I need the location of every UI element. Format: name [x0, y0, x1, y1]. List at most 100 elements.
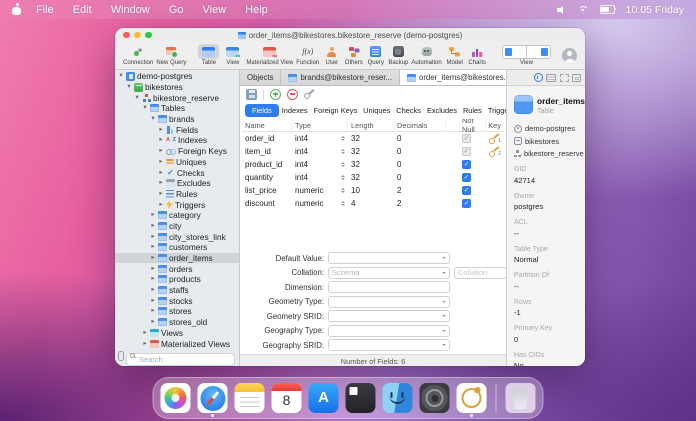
chevron-right-icon[interactable]: ▸ [150, 274, 156, 284]
wifi-icon[interactable] [578, 6, 589, 14]
not-null-checkbox[interactable]: ✓ [462, 199, 471, 208]
chevron-right-icon[interactable]: ▸ [150, 210, 156, 220]
tab-order-items-bikestores[interactable]: order_items@bikestores... [400, 70, 519, 85]
field-type-cell[interactable]: numeric [292, 186, 348, 195]
search-input[interactable] [126, 353, 235, 366]
field-type-cell[interactable]: int4 [292, 160, 348, 169]
subtab-rules[interactable]: Rules [460, 104, 485, 117]
subtab-checks[interactable]: Checks [393, 104, 424, 117]
column-header-decimals[interactable]: Decimals [394, 119, 446, 131]
tree-item-stores[interactable]: ▸ stores [115, 306, 239, 317]
menu-edit[interactable]: Edit [73, 4, 92, 16]
dock-calendar-icon[interactable]: 8 [271, 383, 302, 413]
chevron-right-icon[interactable]: ▸ [150, 242, 156, 252]
toggle-left-pane-button[interactable] [502, 45, 527, 59]
field-name-cell[interactable]: discount [242, 199, 292, 208]
field-decimals-cell[interactable]: 0 [394, 147, 446, 156]
delete-field-icon[interactable] [287, 88, 298, 100]
field-decimals-cell[interactable]: 2 [394, 186, 446, 195]
toolbar-automation-button[interactable]: Automation [411, 44, 442, 66]
chevron-right-icon[interactable]: ▸ [150, 253, 156, 263]
toolbar-materialized-view-button[interactable]: Materialized View [246, 44, 293, 66]
search-box[interactable] [126, 349, 235, 366]
toolbar-function-button[interactable]: Function [296, 44, 319, 66]
stepper-icon[interactable] [341, 200, 345, 207]
not-null-checkbox[interactable]: ✓ [462, 173, 471, 182]
tree-item-bikestores[interactable]: ▾ bikestores [115, 82, 239, 93]
volume-icon[interactable] [556, 5, 567, 14]
chevron-down-icon[interactable]: ▾ [126, 82, 132, 92]
save-icon[interactable] [246, 88, 257, 100]
battery-icon[interactable] [599, 5, 617, 14]
subtab-foreign-keys[interactable]: Foreign Keys [311, 104, 361, 117]
collation-input[interactable] [454, 266, 507, 279]
not-null-checkbox[interactable]: ✓ [462, 160, 471, 169]
menu-view[interactable]: View [203, 4, 227, 16]
field-name-cell[interactable]: order_id [242, 134, 292, 143]
user-avatar[interactable] [562, 48, 577, 63]
field-name-cell[interactable]: list_price [242, 186, 292, 195]
field-length-cell[interactable]: 4 [348, 199, 394, 208]
subtab-uniques[interactable]: Uniques [360, 104, 393, 117]
toggle-right-pane-button[interactable] [527, 45, 551, 59]
subtab-fields[interactable]: Fields [245, 104, 279, 117]
tree-item-customers[interactable]: ▸ customers [115, 242, 239, 253]
window-titlebar[interactable]: order_items@bikestores.bikestore_reserve… [115, 28, 585, 42]
field-type-cell[interactable]: int4 [292, 173, 348, 182]
chevron-right-icon[interactable]: ▸ [158, 135, 164, 145]
chevron-down-icon[interactable]: ▾ [134, 93, 140, 103]
toolbar-backup-button[interactable]: Backup [388, 44, 408, 66]
tree-item-views[interactable]: ▸ Views [115, 328, 239, 339]
info-icon[interactable] [533, 73, 543, 82]
tree-item-order-items[interactable]: ▸ order_items [115, 252, 239, 264]
select-view-icon[interactable] [559, 74, 569, 82]
chevron-right-icon[interactable]: ▸ [142, 328, 148, 338]
chevron-right-icon[interactable]: ▸ [150, 221, 156, 231]
chevron-down-icon[interactable]: ▾ [142, 103, 148, 113]
chevron-right-icon[interactable]: ▸ [150, 232, 156, 242]
field-type-cell[interactable]: numeric [292, 199, 348, 208]
field-name-cell[interactable]: product_id [242, 160, 292, 169]
field-decimals-cell[interactable]: 0 [394, 160, 446, 169]
menubar-clock[interactable]: 10:05 Friday [626, 4, 684, 16]
menu-file[interactable]: File [36, 4, 54, 16]
tree-item-stocks[interactable]: ▸ stocks [115, 295, 239, 306]
not-null-checkbox[interactable]: ✓ [462, 186, 471, 195]
chevron-right-icon[interactable]: ▸ [158, 200, 164, 210]
stepper-icon[interactable] [341, 148, 345, 155]
tree-item-checks[interactable]: ▸ Checks [115, 167, 239, 178]
stepper-icon[interactable] [341, 135, 345, 142]
toolbar-connection-button[interactable]: Connection [123, 44, 153, 66]
chevron-right-icon[interactable]: ▸ [158, 125, 164, 135]
tree-item-excludes[interactable]: ▸ Excludes [115, 178, 239, 189]
subtab-excludes[interactable]: Excludes [424, 104, 460, 117]
not-null-checkbox[interactable]: ✓ [462, 134, 471, 143]
toolbar-new-query-button[interactable]: New Query [156, 44, 186, 66]
field-length-cell[interactable]: 32 [348, 160, 394, 169]
field-decimals-cell[interactable]: 2 [394, 199, 446, 208]
tree-item-city-stores-link[interactable]: ▸ city_stores_link [115, 231, 239, 242]
tree-item-brands[interactable]: ▾ brands [115, 114, 239, 125]
column-header-length[interactable]: Length [348, 119, 394, 131]
apple-menu-icon[interactable] [12, 4, 21, 15]
form-select-geography-srid[interactable] [328, 339, 450, 352]
dock-trash-icon[interactable] [505, 383, 536, 413]
form-select-default-value[interactable] [328, 252, 450, 265]
field-name-cell[interactable]: item_id [242, 147, 292, 156]
tree-item-fields[interactable]: ▸ Fields [115, 124, 239, 135]
tree-item-bikestore-reserve[interactable]: ▾ bikestore_reserve [115, 92, 239, 103]
chevron-right-icon[interactable]: ▸ [150, 306, 156, 316]
chevron-right-icon[interactable]: ▸ [158, 178, 164, 188]
field-row-quantity[interactable]: quantity int4 32 0 ✓ [242, 171, 504, 184]
chevron-right-icon[interactable]: ▸ [150, 285, 156, 295]
dock-photos-icon[interactable] [160, 383, 191, 413]
tree-item-products[interactable]: ▸ products [115, 274, 239, 285]
tab-brands-bikestore-reser[interactable]: brands@bikestore_reser... [281, 70, 400, 85]
form-select-geography-type[interactable] [328, 324, 450, 337]
filter-icon[interactable] [118, 350, 124, 361]
tree-item-triggers[interactable]: ▸ Triggers [115, 199, 239, 210]
tree-item-staffs[interactable]: ▸ staffs [115, 285, 239, 296]
field-row-list-price[interactable]: list_price numeric 10 2 ✓ [242, 184, 504, 197]
menu-go[interactable]: Go [169, 4, 184, 16]
chevron-down-icon[interactable]: ▾ [150, 114, 156, 124]
